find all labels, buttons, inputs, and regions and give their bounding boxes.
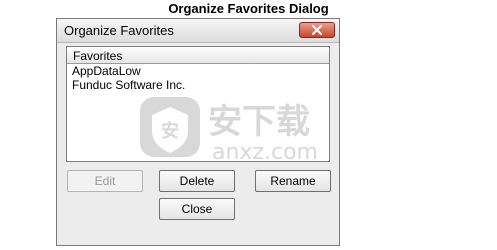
close-button[interactable]: Close xyxy=(159,198,235,220)
svg-text:安下载: 安下载 xyxy=(208,102,310,142)
svg-text:安: 安 xyxy=(161,120,179,142)
favorites-list: AppDataLow Funduc Software Inc. xyxy=(67,64,329,92)
delete-button[interactable]: Delete xyxy=(159,170,235,192)
list-column-header[interactable]: Favorites xyxy=(67,47,329,64)
rename-button[interactable]: Rename xyxy=(255,170,331,192)
list-item-funduc[interactable]: Funduc Software Inc. xyxy=(67,78,329,92)
favorites-column-label: Favorites xyxy=(73,49,123,63)
dialog-title: Organize Favorites xyxy=(64,23,174,38)
list-item-appdatalow[interactable]: AppDataLow xyxy=(67,64,329,78)
page-caption: Organize Favorites Dialog xyxy=(168,1,329,16)
close-window-button[interactable] xyxy=(299,22,335,38)
watermark-text: anxz.com xyxy=(212,140,318,165)
dialog-titlebar: Organize Favorites xyxy=(57,19,339,43)
close-x-icon xyxy=(312,25,322,35)
edit-button[interactable]: Edit xyxy=(67,170,143,192)
watermark-logo: 安 安下载 anxz.com xyxy=(140,97,318,165)
